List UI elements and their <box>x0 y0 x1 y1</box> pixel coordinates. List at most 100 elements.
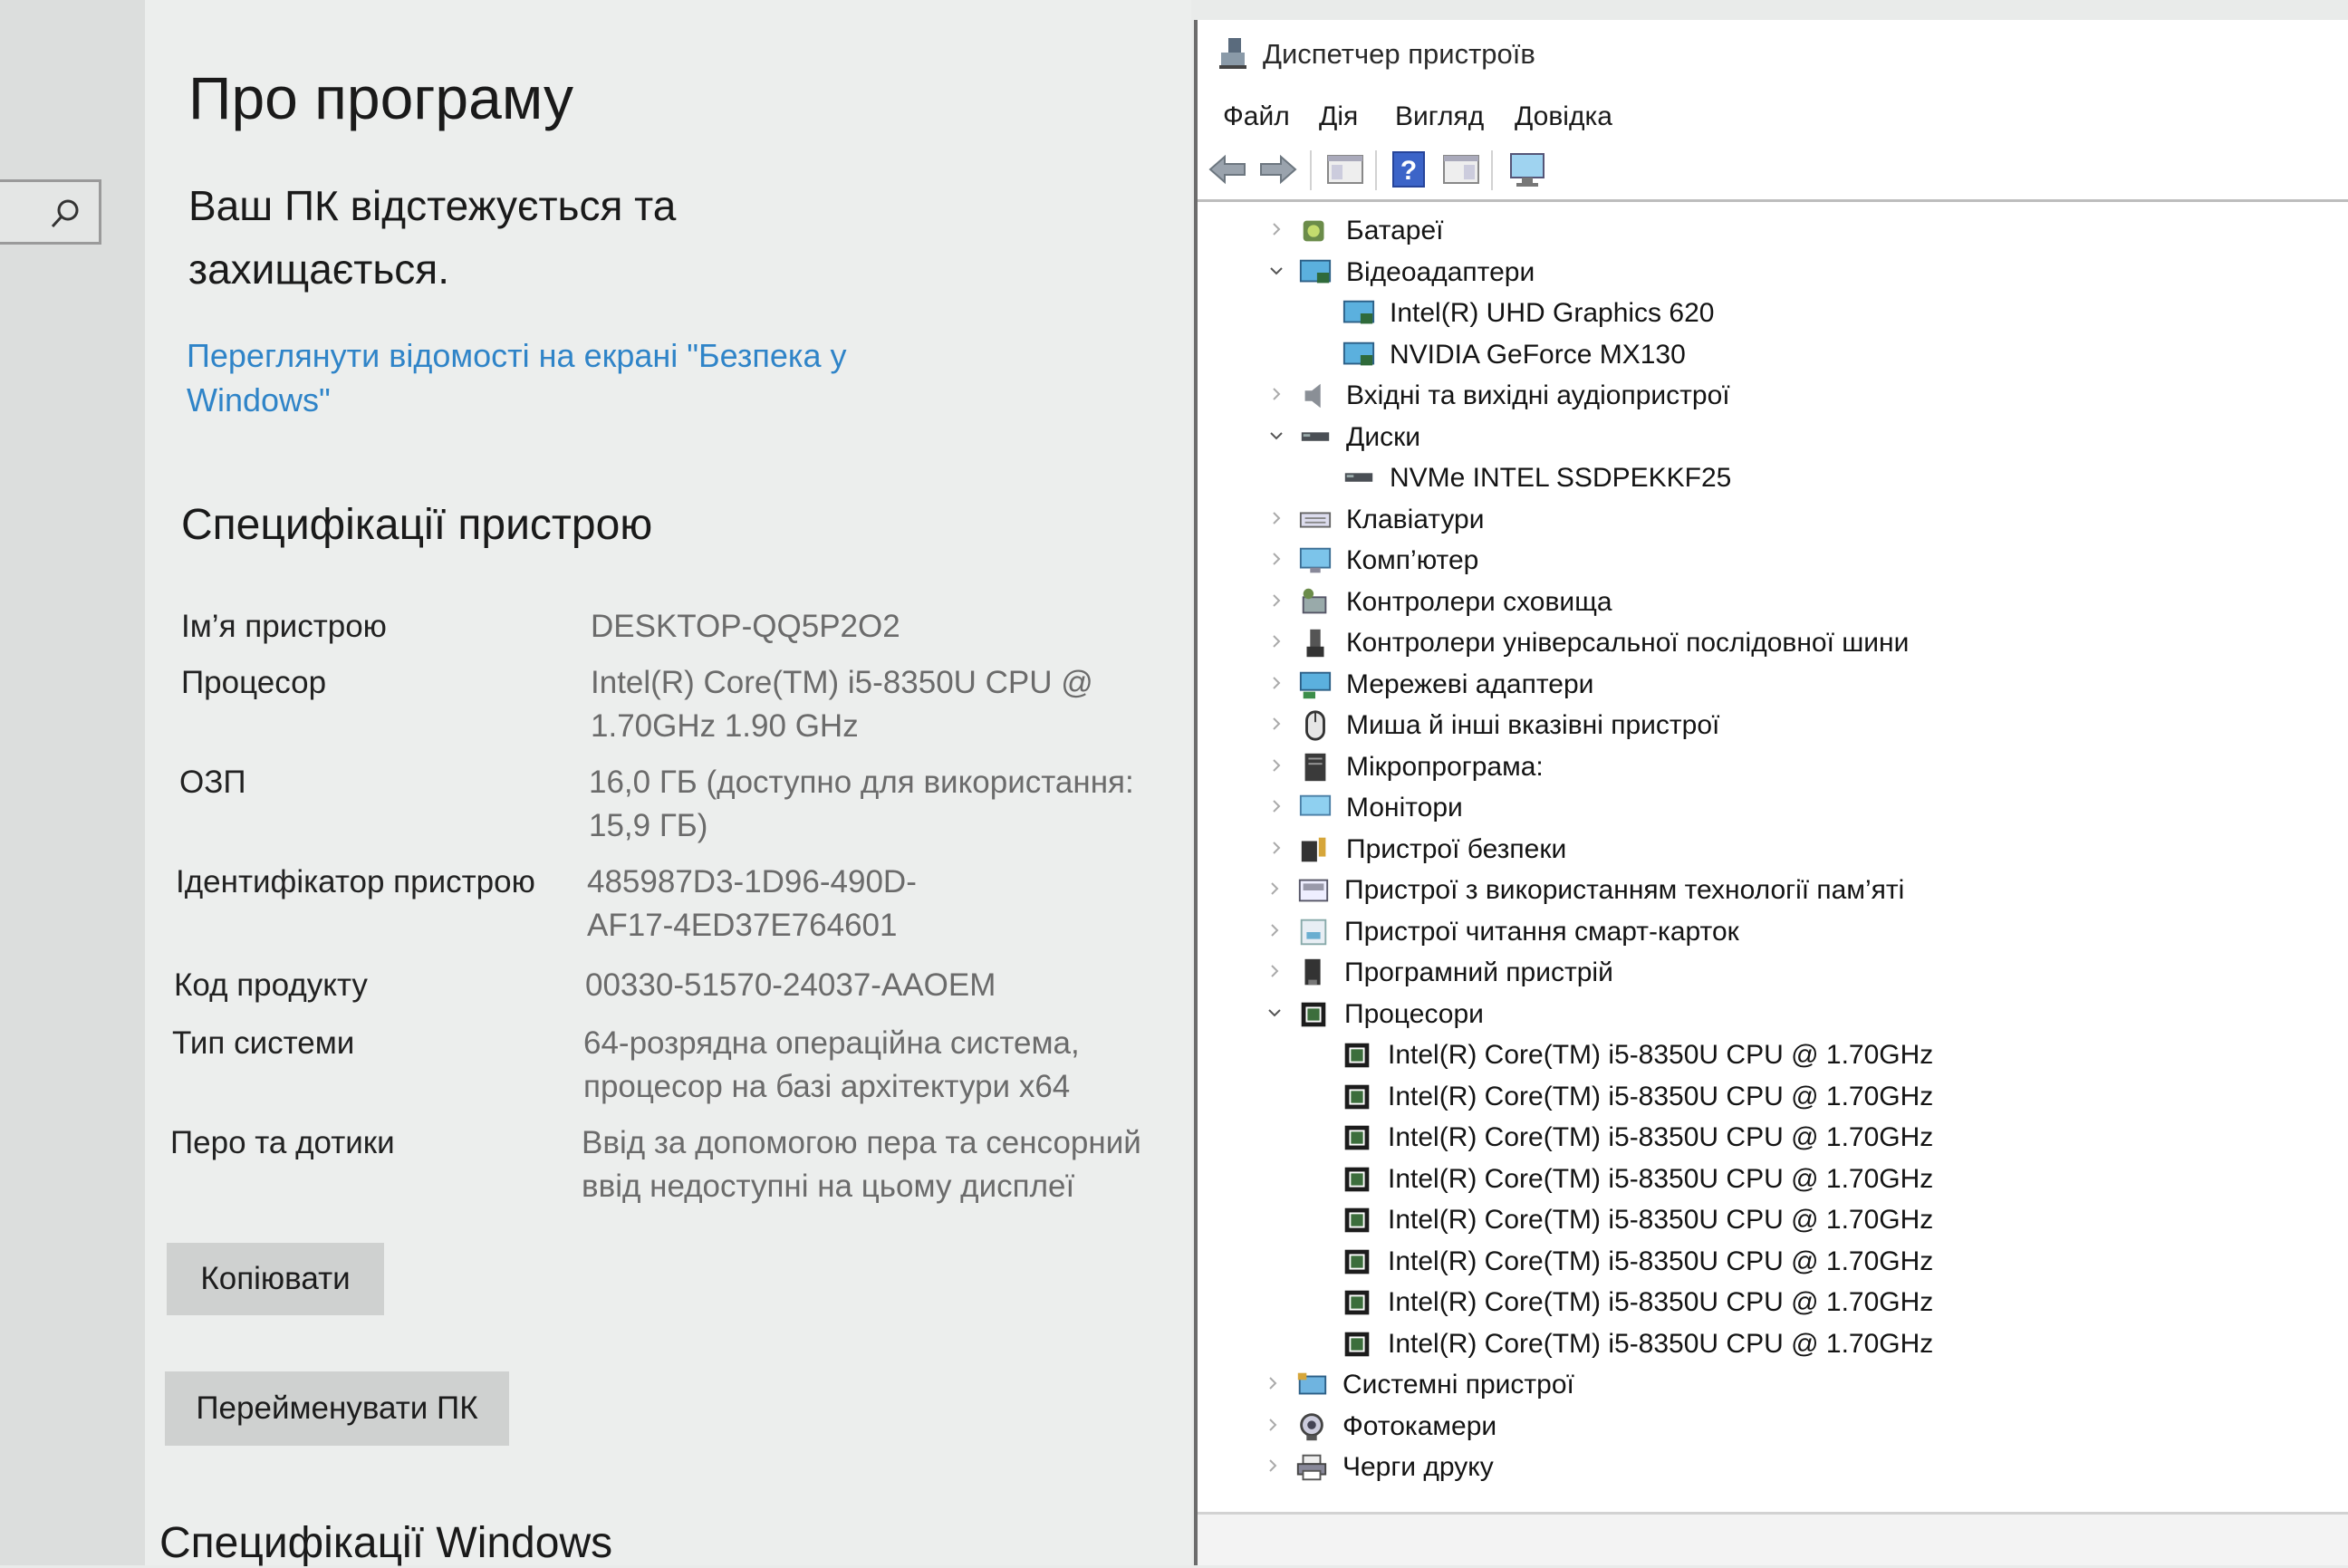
svg-text:?: ? <box>1400 156 1417 186</box>
tree-item-label: NVMe INTEL SSDPEKKF25 <box>1390 463 1732 493</box>
chevron-right-icon[interactable] <box>1266 673 1286 693</box>
tree-item-label: Intel(R) Core(TM) i5-8350U CPU @ 1.70GHz <box>1388 1122 1934 1152</box>
tree-item-label: Intel(R) UHD Graphics 620 <box>1390 298 1715 328</box>
computer-icon <box>1299 547 1332 573</box>
tree-item-label: Системні пристрої <box>1342 1370 1574 1400</box>
chevron-down-icon[interactable] <box>1266 426 1286 446</box>
menu-view[interactable]: Вигляд <box>1395 101 1484 132</box>
tree-item-label: NVIDIA GeForce MX130 <box>1390 339 1686 370</box>
chevron-down-icon[interactable] <box>1266 261 1286 281</box>
spec-value: 16,0 ГБ (доступно для використання: 15,9… <box>589 765 1134 843</box>
tree-item-label: Вхідні та вихідні аудіопристрої <box>1346 380 1730 410</box>
spec-value: Ввід за допомогою пера та сенсорний ввід… <box>582 1125 1141 1204</box>
chevron-right-icon[interactable] <box>1266 591 1286 611</box>
status-bar <box>1198 1512 2348 1565</box>
tree-item-label: Процесори <box>1344 998 1484 1029</box>
usb-icon <box>1306 629 1324 658</box>
chevron-right-icon[interactable] <box>1266 796 1286 816</box>
tree-item-label: Відеоадаптери <box>1346 256 1535 287</box>
spec-value: DESKTOP-QQ5P2O2 <box>591 609 900 644</box>
title-bar[interactable]: Диспетчер пристроїв <box>1198 20 2348 89</box>
keyboard-icon <box>1299 511 1332 528</box>
tree-item-label: Черги друку <box>1342 1452 1494 1482</box>
tree-item-label: Батареї <box>1346 216 1444 245</box>
battery-icon <box>1303 220 1324 242</box>
chevron-right-icon[interactable] <box>1265 879 1285 899</box>
scan-hardware-icon[interactable] <box>1507 149 1549 190</box>
storage-controller-icon <box>1302 588 1327 613</box>
tree-item-label: Intel(R) Core(TM) i5-8350U CPU @ 1.70GHz <box>1388 1081 1934 1111</box>
disk-drive-icon <box>1301 431 1330 441</box>
tree-item-label: Диски <box>1346 421 1420 452</box>
security-device-icon <box>1301 837 1326 861</box>
menu-action[interactable]: Дія <box>1319 101 1358 132</box>
tree-item-label: Intel(R) Core(TM) i5-8350U CPU @ 1.70GHz <box>1388 1040 1934 1070</box>
show-hide-console-tree-icon[interactable] <box>1324 149 1366 190</box>
spec-label: Код продукту <box>174 967 368 1003</box>
chevron-right-icon[interactable] <box>1266 714 1286 734</box>
tree-item-label: Пристрої безпеки <box>1346 833 1567 864</box>
menu-file[interactable]: Файл <box>1223 101 1290 132</box>
spec-label: Ім’я пристрою <box>181 609 387 644</box>
chevron-right-icon[interactable] <box>1266 508 1286 528</box>
tree-item-label: Мікропрограма: <box>1346 751 1544 782</box>
tree-item-label: Пристрої читання смарт-карток <box>1344 916 1739 947</box>
copy-button[interactable]: Копіювати <box>167 1243 384 1315</box>
toolbar: ? <box>1198 141 2348 202</box>
search-input[interactable] <box>0 179 101 245</box>
tree-item-label: Фотокамери <box>1342 1410 1497 1441</box>
help-icon[interactable]: ? <box>1388 149 1429 190</box>
tree-item-label: Пристрої з використанням технології пам’… <box>1344 875 1905 905</box>
chevron-right-icon[interactable] <box>1265 920 1285 940</box>
menu-help[interactable]: Довідка <box>1515 101 1612 132</box>
tree-item-label: Монітори <box>1346 793 1463 822</box>
processor-icon <box>1344 1167 1370 1191</box>
tree-item-label: Клавіатури <box>1346 504 1485 534</box>
disk-drive-icon <box>1344 473 1373 482</box>
chevron-right-icon[interactable] <box>1263 1456 1283 1476</box>
system-devices-icon <box>1297 1372 1327 1395</box>
rename-pc-button[interactable]: Перейменувати ПК <box>165 1371 509 1446</box>
chevron-right-icon[interactable] <box>1263 1373 1283 1393</box>
display-adapter-icon <box>1299 259 1332 283</box>
chevron-right-icon[interactable] <box>1266 755 1286 775</box>
chevron-down-icon[interactable] <box>1265 1003 1285 1023</box>
spec-label: Ідентифікатор пристрою <box>176 864 535 899</box>
settings-sidebar <box>0 0 145 1565</box>
spec-value: 64-розрядна операційна система, процесор… <box>583 1025 1080 1104</box>
printer-icon <box>1296 1454 1327 1481</box>
about-page: Про програму Ваш ПК відстежується та зах… <box>145 0 1191 1567</box>
chevron-right-icon[interactable] <box>1263 1415 1283 1435</box>
chevron-right-icon[interactable] <box>1265 961 1285 981</box>
processor-icon <box>1344 1207 1370 1233</box>
tree-item-label: Intel(R) Core(TM) i5-8350U CPU @ 1.70GHz <box>1388 1287 1934 1317</box>
chevron-right-icon[interactable] <box>1266 384 1286 404</box>
page-title: Про програму <box>188 64 573 131</box>
display-adapter-icon <box>1342 300 1375 324</box>
device-tree: Батареї Відеоадаптери Intel(R) UHD Graphic… <box>1198 201 2348 1505</box>
spec-value: Intel(R) Core(TM) i5-8350U CPU @ 1.70GHz… <box>591 665 1093 744</box>
processor-icon <box>1344 1290 1370 1315</box>
back-arrow-icon[interactable] <box>1207 149 1248 190</box>
protection-status: Ваш ПК відстежується та захищається. <box>188 182 677 293</box>
chevron-right-icon[interactable] <box>1266 549 1286 569</box>
tree-item-label: Миша й інші вказівні пристрої <box>1346 710 1720 740</box>
processor-icon <box>1301 1002 1326 1026</box>
chevron-right-icon[interactable] <box>1266 838 1286 858</box>
mouse-icon <box>1305 710 1325 741</box>
chevron-right-icon[interactable] <box>1266 219 1286 239</box>
tree-item-label: Контролери універсальної послідовної шин… <box>1346 628 1910 658</box>
spec-label: Перо та дотики <box>170 1125 395 1160</box>
tree-item-label: Контролери сховища <box>1346 586 1612 617</box>
forward-arrow-icon[interactable] <box>1257 149 1299 190</box>
spec-label: Тип системи <box>172 1025 355 1061</box>
device-manager-icon <box>1219 38 1246 69</box>
speaker-icon <box>1304 383 1321 409</box>
processor-icon <box>1344 1332 1370 1356</box>
chevron-right-icon[interactable] <box>1266 631 1286 651</box>
windows-security-link[interactable]: Переглянути відомості на екрані "Безпека… <box>187 333 875 422</box>
properties-pane-icon[interactable] <box>1440 149 1482 190</box>
tree-item-label: Комп’ютер <box>1346 545 1479 575</box>
processor-icon <box>1344 1125 1370 1150</box>
device-manager-window: Диспетчер пристроїв Файл Дія Вигляд Дові… <box>1194 20 2348 1565</box>
